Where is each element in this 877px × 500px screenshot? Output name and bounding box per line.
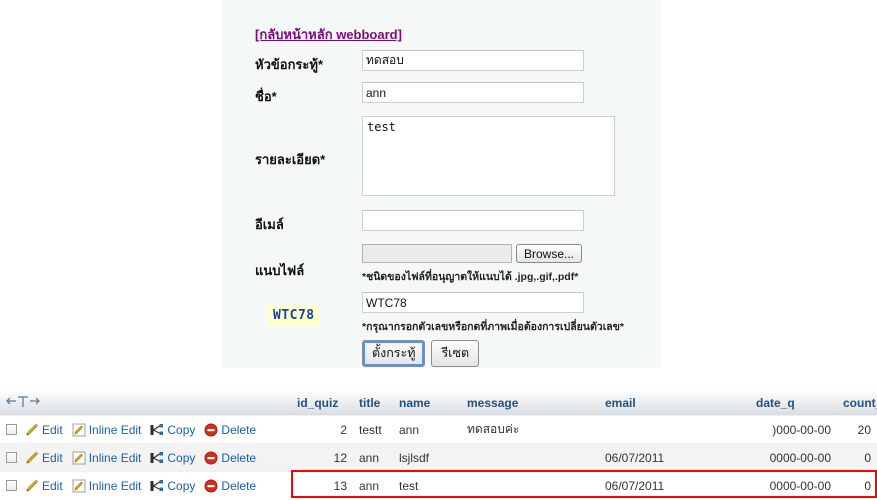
- cell-email: 06/07/2011: [599, 471, 750, 499]
- delete-label: Delete: [221, 450, 257, 465]
- page-root: [กลับหน้าหลัก webboard] หัวข้อกระทู้* ชื…: [0, 0, 877, 500]
- col-header-message[interactable]: message: [461, 390, 599, 416]
- row-actions-cell: Edit Inline Edit Copy Delete: [0, 471, 291, 499]
- cell-id_quiz: 12: [291, 443, 353, 472]
- pencil-icon: [25, 451, 39, 465]
- cell-name: ann: [393, 415, 461, 444]
- cell-title: testt: [353, 415, 393, 444]
- cell-id_quiz: 2: [291, 415, 353, 444]
- cell-message: [461, 443, 599, 472]
- table-row[interactable]: Edit Inline Edit: [0, 443, 877, 472]
- pencil-box-icon: [72, 423, 86, 437]
- edit-label: Edit: [42, 478, 63, 493]
- copy-icon: [150, 451, 164, 465]
- col-header-name[interactable]: name: [393, 390, 461, 416]
- delete-circle-icon: [204, 451, 218, 465]
- cell-title: ann: [353, 471, 393, 499]
- copy-label: Copy: [167, 450, 196, 465]
- cell-name: lsjlsdf: [393, 443, 461, 472]
- inline-edit-label: Inline Edit: [88, 422, 142, 437]
- delete-label: Delete: [221, 422, 257, 437]
- cell-id_quiz: 13: [291, 471, 353, 499]
- delete-action[interactable]: Delete: [204, 423, 256, 437]
- delete-label: Delete: [221, 478, 257, 493]
- table-row[interactable]: Edit Inline Edit: [0, 471, 877, 499]
- cell-count_q: 20: [837, 415, 877, 444]
- copy-action[interactable]: Copy: [150, 451, 195, 465]
- inline-edit-action[interactable]: Inline Edit: [72, 422, 142, 437]
- row-checkbox[interactable]: [6, 424, 17, 435]
- copy-label: Copy: [167, 478, 196, 493]
- edit-label: Edit: [42, 450, 63, 465]
- table-header-row: id_quiz title name message email date_q …: [0, 390, 877, 416]
- copy-label: Copy: [167, 422, 196, 437]
- col-header-date_q[interactable]: date_q: [750, 390, 837, 416]
- table-body: Edit Inline Edit Copy Delete 2 testt ann…: [0, 415, 877, 499]
- delete-action[interactable]: Delete: [204, 451, 256, 465]
- inline-edit-label: Inline Edit: [88, 450, 142, 465]
- cell-date_q: )000-00-00: [750, 415, 837, 444]
- delete-action[interactable]: Delete: [204, 479, 256, 493]
- row-checkbox[interactable]: [6, 480, 17, 491]
- results-grid-wrapper: id_quiz title name message email date_q …: [0, 0, 877, 500]
- row-actions-cell: Edit Inline Edit Copy Delete: [0, 443, 291, 472]
- table-row[interactable]: Edit Inline Edit: [0, 415, 877, 444]
- edit-action[interactable]: Edit: [25, 423, 63, 437]
- pencil-box-icon: [72, 451, 86, 465]
- cell-email: 06/07/2011: [599, 443, 750, 472]
- cell-count_q: 0: [837, 443, 877, 472]
- copy-icon: [150, 479, 164, 493]
- edit-action[interactable]: Edit: [25, 479, 63, 493]
- delete-circle-icon: [204, 423, 218, 437]
- cell-title: ann: [353, 443, 393, 472]
- fulltext-toggle-header[interactable]: [0, 390, 291, 416]
- cell-date_q: 0000-00-00: [750, 443, 837, 472]
- inline-edit-action[interactable]: Inline Edit: [72, 478, 142, 493]
- cell-message: ทดสอบค่ะ: [461, 415, 599, 444]
- delete-circle-icon: [204, 479, 218, 493]
- pencil-icon: [25, 479, 39, 493]
- row-checkbox[interactable]: [6, 452, 17, 463]
- row-actions-cell: Edit Inline Edit Copy Delete: [0, 415, 291, 444]
- cell-email: [599, 415, 750, 444]
- full-texts-arrows-icon[interactable]: [6, 394, 40, 408]
- results-table: id_quiz title name message email date_q …: [0, 390, 877, 499]
- copy-action[interactable]: Copy: [150, 479, 195, 493]
- edit-label: Edit: [42, 422, 63, 437]
- pencil-box-icon: [72, 479, 86, 493]
- copy-action[interactable]: Copy: [150, 423, 195, 437]
- edit-action[interactable]: Edit: [25, 451, 63, 465]
- col-header-title[interactable]: title: [353, 390, 393, 416]
- cell-date_q: 0000-00-00: [750, 471, 837, 499]
- copy-icon: [150, 423, 164, 437]
- cell-count_q: 0: [837, 471, 877, 499]
- cell-message: [461, 471, 599, 499]
- col-header-email[interactable]: email: [599, 390, 750, 416]
- col-header-id_quiz[interactable]: id_quiz: [291, 390, 353, 416]
- pencil-icon: [25, 423, 39, 437]
- inline-edit-action[interactable]: Inline Edit: [72, 450, 142, 465]
- cell-name: test: [393, 471, 461, 499]
- inline-edit-label: Inline Edit: [88, 478, 142, 493]
- col-header-count_q[interactable]: count_q: [837, 390, 877, 416]
